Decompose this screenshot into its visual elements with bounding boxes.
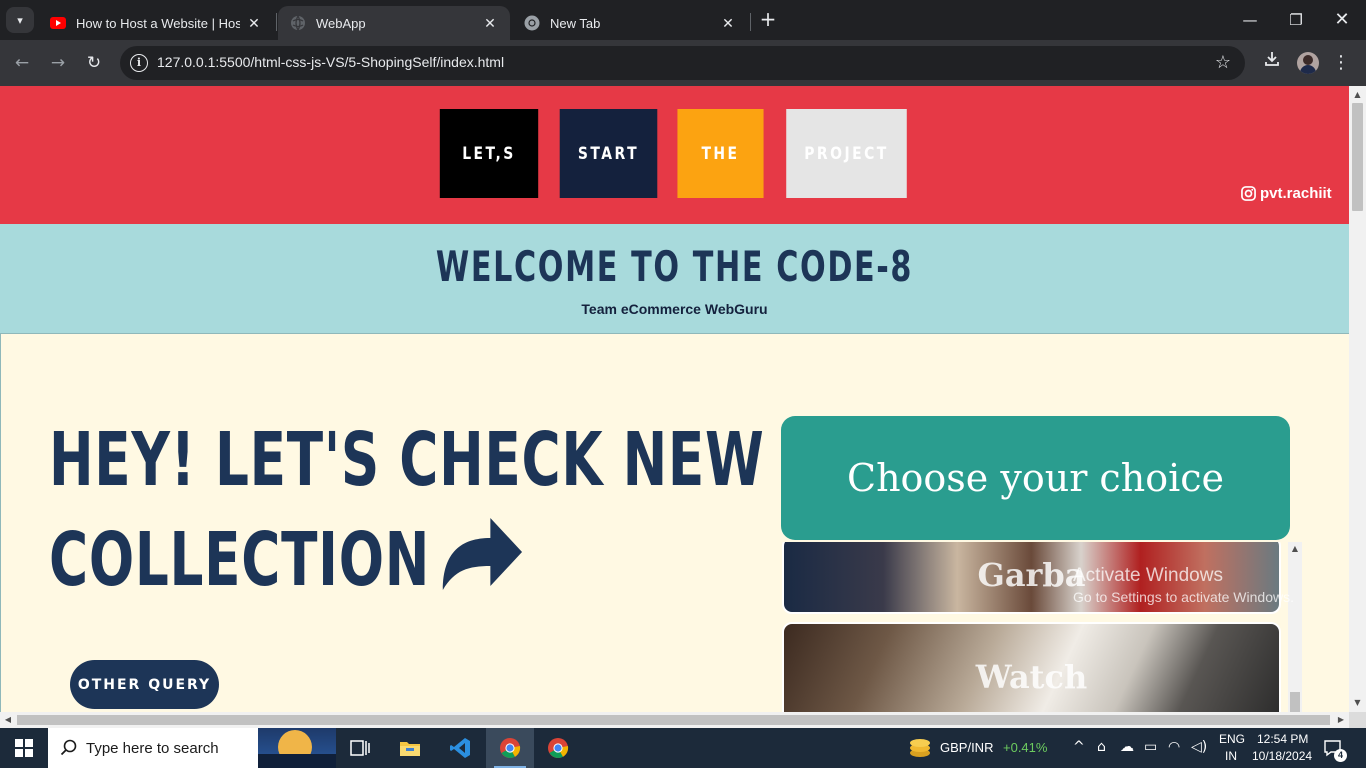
nav-item-start[interactable]: START [559, 109, 658, 198]
bookmark-star-icon[interactable]: ☆ [1215, 52, 1231, 73]
nav-item-project[interactable]: PROJECT [786, 109, 907, 198]
folder-icon [400, 742, 420, 756]
scrollbar-corner [1349, 712, 1366, 728]
tab-title: How to Host a Website | Hosting [76, 15, 240, 31]
start-button[interactable] [0, 728, 48, 768]
scroll-left-arrow-icon[interactable]: ◀ [1, 712, 15, 728]
nav-item-the[interactable]: THE [677, 109, 764, 198]
currency-pair[interactable]: GBP/INR [940, 740, 993, 755]
close-icon[interactable]: ✕ [482, 15, 498, 32]
task-view-button[interactable] [336, 728, 384, 768]
chevron-up-icon[interactable]: ^ [1073, 739, 1085, 755]
tab-youtube[interactable]: How to Host a Website | Hosting ✕ [38, 6, 274, 40]
close-icon[interactable]: ✕ [246, 15, 262, 32]
youtube-icon [50, 15, 66, 31]
share-arrow-icon [440, 512, 525, 617]
windows-taskbar: Type here to search GBP/INR +0.41% ^ ⌂ ☁… [0, 728, 1366, 768]
chrome-icon [500, 738, 521, 758]
close-icon[interactable]: ✕ [720, 15, 736, 32]
new-tab-button[interactable]: + [757, 8, 779, 32]
restore-button[interactable]: ❐ [1276, 6, 1316, 34]
scroll-right-arrow-icon[interactable]: ▶ [1334, 712, 1348, 728]
chrome-taskbar-button-2[interactable] [534, 728, 582, 768]
tab-separator [750, 13, 751, 31]
file-explorer-button[interactable] [386, 728, 434, 768]
clock-date[interactable]: 10/18/2024 [1252, 749, 1312, 763]
volume-icon[interactable]: ◁) [1191, 739, 1207, 755]
currency-widget-icon[interactable] [908, 737, 932, 763]
currency-change: +0.41% [1003, 740, 1048, 755]
scroll-up-arrow-icon[interactable]: ▲ [1288, 544, 1302, 553]
task-view-icon [350, 740, 370, 756]
language-indicator[interactable]: ENG [1219, 732, 1245, 746]
welcome-banner: WELCOME TO THE CODE-8 Team eCommerce Web… [0, 224, 1349, 334]
site-header: LET,S START THE PROJECT pvt.rachiit [0, 86, 1349, 224]
wifi-icon[interactable]: ◠ [1168, 739, 1180, 755]
welcome-subtitle: Team eCommerce WebGuru [581, 301, 768, 317]
instagram-icon [1241, 186, 1256, 201]
search-placeholder: Type here to search [86, 739, 219, 757]
scroll-up-arrow-icon[interactable]: ▲ [1349, 88, 1366, 102]
scroll-down-arrow-icon[interactable]: ▼ [1349, 696, 1366, 710]
profile-avatar[interactable] [1297, 52, 1319, 74]
page-horizontal-scrollbar[interactable]: ◀ ▶ [0, 712, 1349, 728]
download-icon[interactable] [1259, 50, 1285, 76]
notification-badge: 4 [1334, 749, 1347, 762]
instagram-link[interactable]: pvt.rachiit [1241, 185, 1332, 202]
activate-windows-watermark: Activate Windows Go to Settings to activ… [1073, 565, 1294, 605]
main-section: HEY! LET'S CHECK NEW COLLECTION OTHER QU… [0, 334, 1349, 712]
scroll-thumb[interactable] [17, 715, 1330, 725]
search-highlight-image[interactable] [258, 728, 336, 768]
choice-heading-card: Choose your choice [781, 416, 1290, 540]
minimize-button[interactable]: — [1230, 6, 1270, 34]
clock-time[interactable]: 12:54 PM [1257, 732, 1308, 746]
scroll-thumb[interactable] [1352, 103, 1363, 211]
nav-item-lets[interactable]: LET,S [439, 109, 539, 198]
tab-title: New Tab [550, 15, 601, 31]
vscode-icon [450, 738, 470, 758]
address-bar[interactable]: i 127.0.0.1:5500/html-css-js-VS/5-Shopin… [120, 46, 1245, 80]
choice-label: Watch [975, 658, 1088, 696]
back-button[interactable]: ← [10, 51, 34, 75]
browser-toolbar: ← → ↻ i 127.0.0.1:5500/html-css-js-VS/5-… [0, 40, 1366, 86]
choice-item-watch[interactable]: Watch [782, 622, 1281, 712]
windows-logo-icon [15, 739, 33, 757]
page-viewport: LET,S START THE PROJECT pvt.rachiit WELC… [0, 86, 1349, 712]
page-vertical-scrollbar[interactable]: ▲ ▼ [1349, 86, 1366, 712]
globe-icon [290, 15, 306, 31]
search-icon [60, 739, 77, 756]
welcome-title: WELCOME TO THE CODE-8 [435, 242, 914, 291]
tab-new[interactable]: New Tab ✕ [512, 6, 748, 40]
tab-search-button[interactable]: ▾ [6, 7, 34, 33]
battery-icon[interactable]: ▭ [1144, 739, 1157, 755]
tab-webapp[interactable]: WebApp ✕ [278, 6, 510, 40]
chrome-icon [524, 15, 540, 31]
tab-separator [276, 13, 277, 31]
forward-button[interactable]: → [46, 51, 70, 75]
instagram-handle: pvt.rachiit [1260, 185, 1332, 202]
meet-now-icon[interactable]: ⌂ [1097, 739, 1106, 755]
chrome-icon [548, 738, 569, 758]
url-text[interactable]: 127.0.0.1:5500/html-css-js-VS/5-ShopingS… [157, 54, 504, 70]
other-query-button[interactable]: OTHER QUERY [70, 660, 219, 709]
browser-menu-icon[interactable]: ⋮ [1328, 50, 1354, 76]
onedrive-cloud-icon[interactable]: ☁ [1120, 739, 1134, 755]
scroll-thumb[interactable] [1290, 692, 1300, 712]
vscode-button[interactable] [436, 728, 484, 768]
browser-tab-bar: ▾ How to Host a Website | Hosting ✕ WebA… [0, 0, 1366, 40]
close-window-button[interactable]: ✕ [1322, 6, 1362, 34]
hero-heading: HEY! LET'S CHECK NEW COLLECTION [49, 410, 765, 617]
hero-line-1: HEY! LET'S CHECK NEW [49, 417, 765, 503]
region-indicator[interactable]: IN [1225, 749, 1237, 763]
reload-button[interactable]: ↻ [82, 51, 106, 75]
tab-title: WebApp [316, 15, 366, 31]
choice-label: Garba [977, 556, 1086, 594]
chrome-taskbar-button[interactable] [486, 728, 534, 768]
site-info-icon[interactable]: i [130, 54, 148, 72]
hero-line-2: COLLECTION [49, 510, 553, 617]
top-nav: LET,S START THE PROJECT [429, 109, 920, 198]
